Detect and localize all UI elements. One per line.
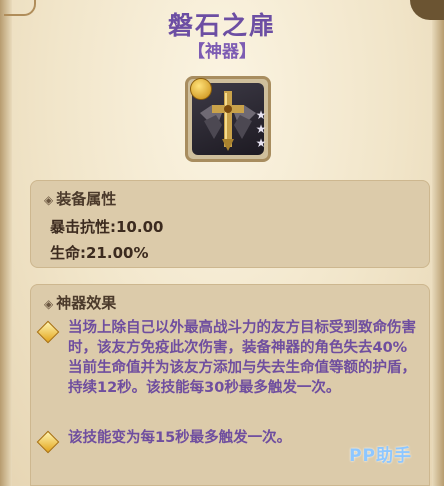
attributes-panel: ◈ 装备属性 暴击抗性:10.00 生命:21.00% — [30, 180, 430, 268]
star-icon: ★ — [255, 136, 267, 150]
attributes-header: ◈ 装备属性 — [44, 190, 117, 208]
right-border — [432, 0, 444, 486]
item-detail-frame: 磐石之扉 【神器】 ★ ★ ★ ◈ 装备属性 暴击抗性:10.00 生命:21.… — [0, 0, 444, 486]
star-rating: ★ ★ ★ — [253, 108, 269, 150]
effects-header: ◈ 神器效果 — [44, 294, 117, 312]
diamond-icon: ◈ — [44, 297, 54, 311]
star-icon: ★ — [255, 108, 267, 122]
diamond-bullet-icon — [36, 320, 60, 344]
left-border — [0, 0, 12, 486]
effect-description: 当场上除自己以外最高战斗力的友方目标受到致命伤害时，该友方免疫此次伤害，装备神器… — [68, 320, 416, 396]
diamond-icon: ◈ — [44, 193, 54, 207]
item-category: 【神器】 — [188, 42, 256, 62]
attribute-line: 暴击抗性:10.00 — [50, 218, 164, 236]
orb-badge-icon — [190, 78, 212, 100]
diamond-bullet-icon — [36, 430, 60, 454]
attribute-line: 生命:21.00% — [50, 244, 149, 262]
star-icon: ★ — [255, 122, 267, 136]
watermark: PP助手 — [349, 446, 412, 466]
